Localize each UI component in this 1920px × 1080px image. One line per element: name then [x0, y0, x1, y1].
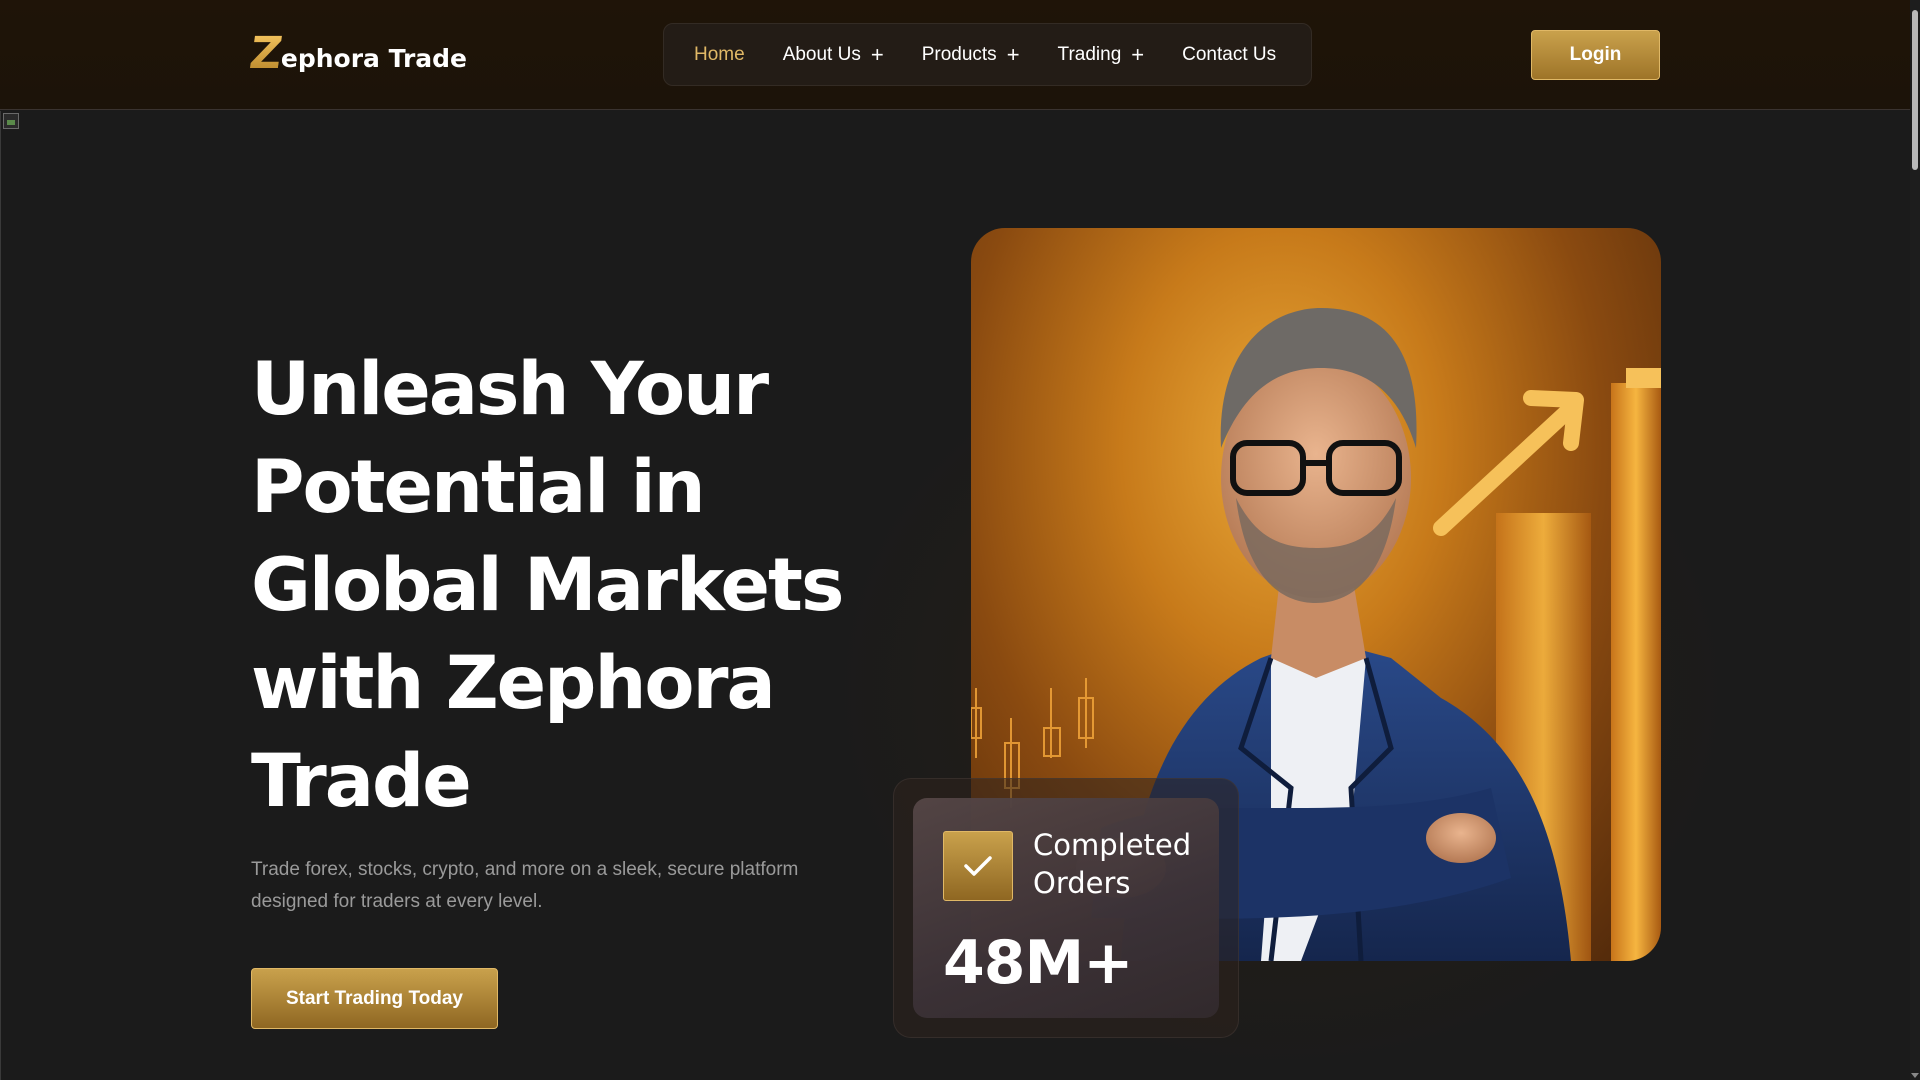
stat-value: 48M+ — [943, 928, 1133, 998]
plus-icon: + — [1131, 42, 1145, 67]
nav-item-home[interactable]: Home — [694, 44, 745, 66]
hero-section: Unleash Your Potential in Global Markets… — [0, 111, 1910, 1080]
login-button[interactable]: Login — [1531, 30, 1660, 80]
nav-item-trading[interactable]: Trading + — [1058, 44, 1145, 66]
broken-image-icon — [3, 113, 19, 129]
plus-icon: + — [1006, 42, 1020, 67]
hero-subtext: Trade forex, stocks, crypto, and more on… — [251, 859, 799, 912]
start-trading-button[interactable]: Start Trading Today — [251, 968, 498, 1029]
nav-item-label: Products — [921, 43, 997, 65]
scroll-thumb[interactable] — [1912, 10, 1918, 170]
main-nav: Home About Us + Products + Trading + Con… — [663, 23, 1312, 86]
hero-headline: Unleash Your Potential in Global Markets… — [251, 347, 844, 824]
completed-orders-card: Completed Orders 48M+ — [913, 798, 1219, 1018]
scroll-down-arrow-icon[interactable] — [1911, 1073, 1919, 1078]
nav-item-label: About Us — [782, 43, 861, 65]
nav-item-label: Home — [694, 43, 745, 65]
check-icon — [943, 831, 1013, 901]
plus-icon: + — [870, 42, 884, 67]
logo-text: ephora Trade — [280, 44, 467, 73]
page-scrollbar[interactable] — [1910, 0, 1920, 1080]
logo-mark: Z — [246, 28, 284, 79]
nav-item-contact-us[interactable]: Contact Us — [1182, 44, 1276, 66]
nav-item-about-us[interactable]: About Us + — [783, 44, 884, 66]
site-header: Z ephora Trade Home About Us + Products … — [0, 0, 1910, 110]
stat-label: Completed Orders — [1033, 828, 1192, 900]
nav-item-label: Trading — [1057, 43, 1122, 65]
nav-item-label: Contact Us — [1182, 43, 1277, 65]
logo[interactable]: Z ephora Trade — [246, 28, 467, 79]
nav-item-products[interactable]: Products + — [922, 44, 1020, 66]
